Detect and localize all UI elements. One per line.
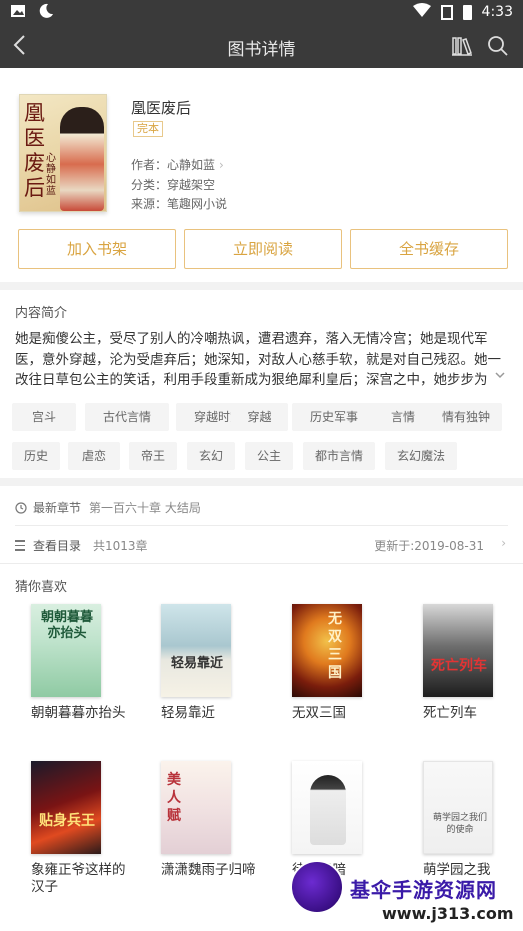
book-cover: 轻易靠近 [161, 604, 231, 697]
cover-text: 无双三国 [328, 611, 342, 681]
tag-item[interactable]: 言情 [371, 403, 435, 431]
cover-figure [310, 775, 346, 845]
chevron-right-icon: › [219, 158, 224, 172]
updated-date: 更新于:2019-08-31 [374, 539, 484, 553]
book-title: 凰医废后 [131, 99, 192, 117]
cover-text: 轻易靠近 [170, 656, 223, 671]
toc-label: 查看目录 [33, 539, 82, 553]
latest-chapter-row[interactable]: 最新章节 第一百六十章 大结局 [15, 499, 201, 516]
book-cover: 萌学园之我们的使命 [423, 761, 493, 854]
page-title: 图书详情 [227, 40, 296, 60]
cache-all-button[interactable]: 全书缓存 [350, 229, 508, 269]
tag-item[interactable]: 玄幻 [187, 442, 235, 470]
search-icon[interactable] [487, 35, 509, 61]
book-name: 象雍正爷这样的汉子 [31, 862, 126, 895]
read-now-button[interactable]: 立即阅读 [184, 229, 342, 269]
book-name: 轻易靠近 [161, 705, 215, 721]
gallery-icon [10, 3, 26, 23]
category-label: 分类：穿越架空 [131, 178, 216, 192]
intro-text: 她是痴傻公主，受尽了别人的冷嘲热讽，遭君遗弃，落入无情冷宫；她是现代军医，意外穿… [15, 331, 501, 388]
bookshelf-icon[interactable] [451, 35, 473, 61]
recommend-heading: 猜你喜欢 [15, 580, 68, 595]
moon-icon [38, 3, 54, 23]
table-of-contents-row[interactable]: 查看目录 共1013章 更新于:2019-08-31 › [15, 536, 508, 555]
watermark: 基伞手游资源网 www.j313.com [290, 856, 523, 931]
cover-text: 朝朝暮暮亦抬头 [40, 610, 93, 641]
tag-item[interactable]: 玄幻魔法 [385, 442, 457, 470]
cover-author: 心静如蓝 [46, 153, 56, 197]
tag-item[interactable]: 宫斗 [12, 403, 76, 431]
row-divider [15, 525, 508, 526]
battery-icon [462, 4, 472, 20]
book-cover: 死亡列车 [423, 604, 493, 697]
status-time: 4:33 [481, 4, 513, 20]
source-label: 来源：笔趣网小说 [131, 197, 228, 211]
book-name: 潇潇魏雨子归啼 [161, 862, 256, 878]
clock-icon [15, 501, 27, 514]
section-divider [0, 478, 523, 486]
cover-title: 凰医废后 [24, 101, 45, 200]
book-cover: 贴身兵王 [31, 761, 101, 854]
wifi-icon [412, 3, 431, 21]
chevron-down-icon [495, 372, 505, 379]
app-bar: 图书详情 [0, 24, 523, 68]
tag-item[interactable]: 虐恋 [68, 442, 120, 470]
tag-item[interactable]: 穿越 [231, 403, 288, 431]
book-cover: 朝朝暮暮亦抬头 [31, 604, 101, 697]
watermark-line2: www.j313.com [382, 904, 514, 923]
book-cover: 凰医废后 心静如蓝 [19, 94, 107, 212]
status-badge: 完本 [133, 121, 163, 137]
cover-text: 美人赋 [167, 772, 181, 824]
chevron-right-icon: › [501, 536, 506, 550]
cover-text: 贴身兵王 [39, 813, 95, 829]
tag-item[interactable]: 帝王 [129, 442, 177, 470]
book-cover: 美人赋 [161, 761, 231, 854]
book-cover [292, 761, 362, 854]
cover-text: 萌学园之我们的使命 [432, 813, 487, 835]
latest-chapter-value: 第一百六十章 大结局 [89, 501, 201, 515]
section-divider [0, 563, 523, 564]
latest-chapter-label: 最新章节 [33, 501, 82, 515]
watermark-logo [290, 860, 344, 914]
tag-item[interactable]: 情有独钟 [430, 403, 502, 431]
section-divider [0, 282, 523, 290]
tag-item[interactable]: 历史军事 [292, 403, 376, 431]
book-cover: 无双三国 [292, 604, 362, 697]
book-header: 凰医废后 心静如蓝 凰医废后 完本 作者：心静如蓝 › 分类：穿越架空 来源：笔趣… [0, 68, 523, 288]
add-to-shelf-button[interactable]: 加入书架 [18, 229, 176, 269]
status-bar: 4:33 [0, 0, 523, 24]
book-name: 死亡列车 [423, 705, 477, 721]
list-icon [15, 540, 25, 554]
tag-item[interactable]: 公主 [245, 442, 293, 470]
tag-item[interactable]: 历史 [12, 442, 60, 470]
cover-text: 死亡列车 [431, 658, 487, 674]
signal-icon [440, 4, 453, 20]
author-label: 作者：心静如蓝 [131, 158, 216, 172]
cover-figure [60, 107, 104, 211]
book-name: 无双三国 [292, 705, 346, 721]
expand-intro-button[interactable] [491, 368, 509, 386]
tag-item[interactable]: 古代言情 [85, 403, 169, 431]
tag-item[interactable]: 都市言情 [303, 442, 375, 470]
intro-heading: 内容简介 [15, 306, 68, 321]
book-name: 朝朝暮暮亦抬头 [31, 705, 126, 721]
author-link[interactable]: 作者：心静如蓝 › [131, 156, 224, 173]
chapter-count: 共1013章 [93, 539, 148, 553]
watermark-line1: 基伞手游资源网 [350, 878, 497, 902]
